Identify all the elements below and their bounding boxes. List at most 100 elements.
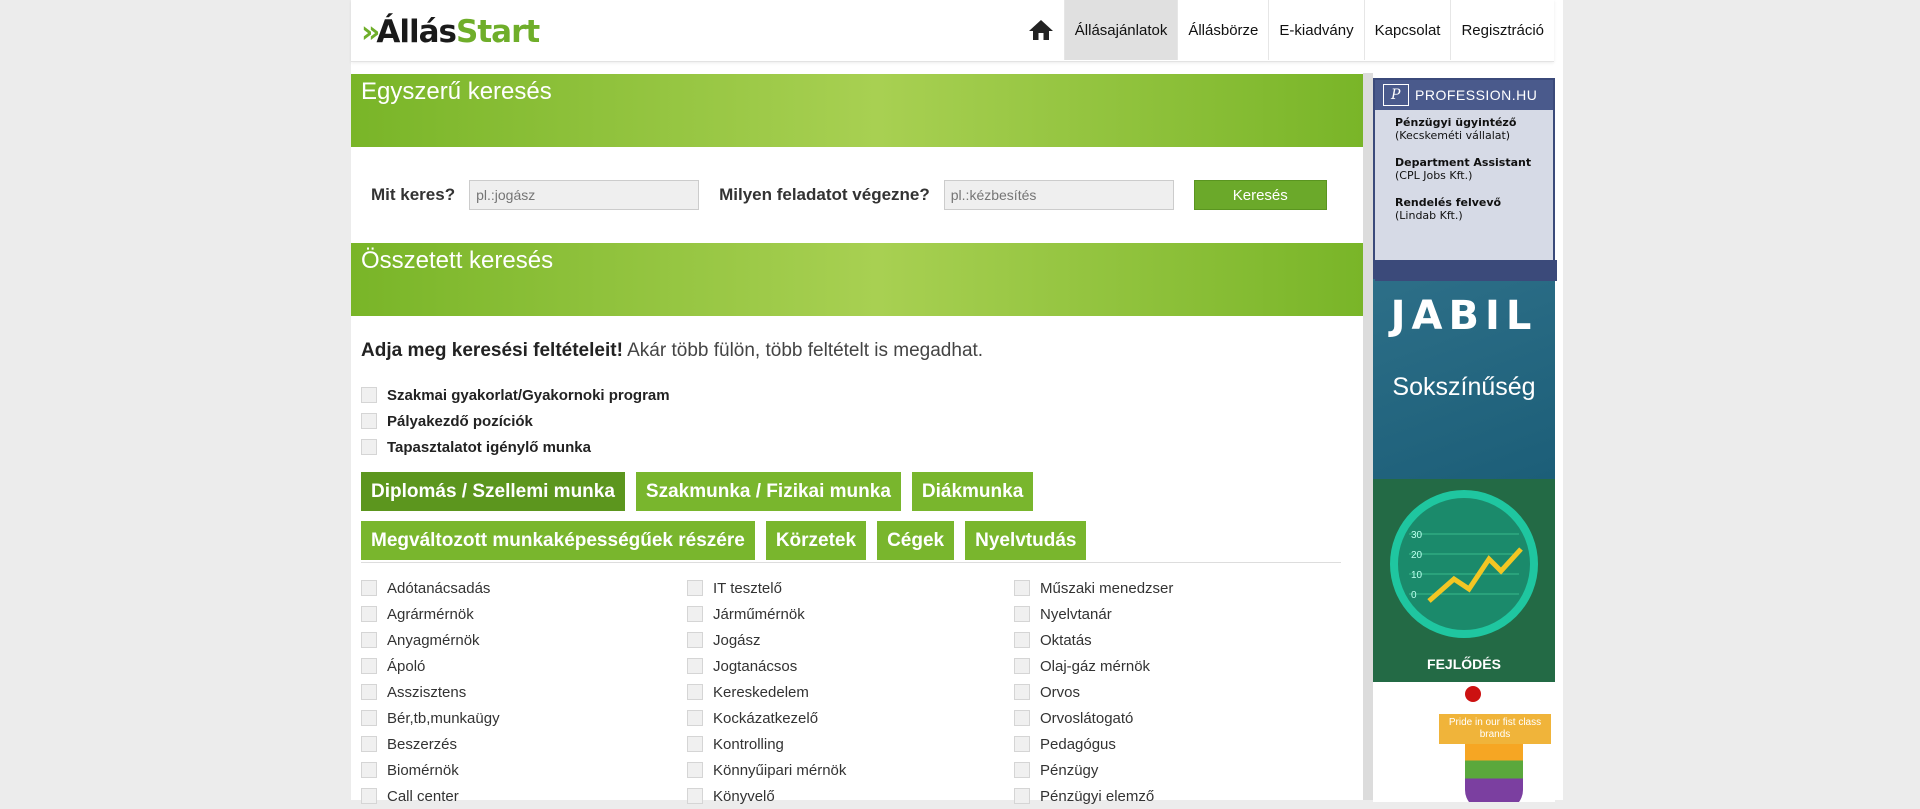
ad-job-title: Rendelés felvevő [1395,196,1502,209]
list-item[interactable]: Jogász [687,627,1014,653]
list-item[interactable]: Oktatás [1014,627,1334,653]
nav-allasborze[interactable]: Állásbörze [1177,0,1268,60]
tab-nyelvtudas[interactable]: Nyelvtudás [965,521,1087,560]
list-item[interactable]: Pedagógus [1014,731,1334,757]
task-input[interactable] [943,180,1174,210]
checkbox[interactable] [1014,684,1030,700]
checkbox[interactable] [687,736,703,752]
ad-job[interactable]: Department Assistant (CPL Jobs Kft.) [1375,142,1553,182]
nav-e-kiadvany[interactable]: E-kiadvány [1268,0,1363,60]
item-label: Oktatás [1040,631,1092,649]
checkbox[interactable] [361,606,377,622]
list-item[interactable]: Asszisztens [361,679,687,705]
checkbox[interactable] [361,632,377,648]
checkbox[interactable] [687,710,703,726]
list-item[interactable]: Call center [361,783,687,809]
list-item[interactable]: Nyelvtanár [1014,601,1334,627]
list-item[interactable]: Kockázatkezelő [687,705,1014,731]
item-label: Műszaki menedzser [1040,579,1174,597]
home-icon[interactable] [1022,0,1060,60]
list-item[interactable]: Anyagmérnök [361,627,687,653]
checkbox[interactable] [1014,736,1030,752]
list-item[interactable]: Pénzügyi elemző [1014,783,1334,809]
nav-kapcsolat[interactable]: Kapcsolat [1363,0,1451,60]
checkbox[interactable] [687,658,703,674]
tab-cegek[interactable]: Cégek [877,521,955,560]
ad-job[interactable]: Rendelés felvevő (Lindab Kft.) [1375,182,1553,222]
checkbox[interactable] [687,580,703,596]
drink-ad[interactable]: Pride in our fist class brands [1373,682,1555,802]
checkbox[interactable] [687,788,703,804]
checkbox[interactable] [687,632,703,648]
list-item[interactable]: Járműmérnök [687,601,1014,627]
list-item[interactable]: Beszerzés [361,731,687,757]
nav-regisztracio[interactable]: Regisztráció [1450,0,1554,60]
option-palyakezdo[interactable]: Pályakezdő pozíciók [361,408,1353,434]
main-nav: Állásajánlatok Állásbörze E-kiadvány Kap… [1022,0,1554,60]
tab-korzetek[interactable]: Körzetek [765,521,867,560]
list-item[interactable]: Pénzügy [1014,757,1334,783]
list-item[interactable]: Könyvelő [687,783,1014,809]
checkbox[interactable] [361,710,377,726]
option-tapasztalt[interactable]: Tapasztalatot igénylő munka [361,434,1353,460]
item-label: Adótanácsadás [387,579,491,597]
list-item[interactable]: Bér,tb,munkaügy [361,705,687,731]
checkbox[interactable] [361,413,377,429]
item-label: Pedagógus [1040,735,1116,753]
checkbox[interactable] [361,684,377,700]
item-label: Olaj-gáz mérnök [1040,657,1151,675]
main-content: Egyszerű keresés Mit keres? Milyen felad… [351,74,1363,809]
checkbox[interactable] [1014,710,1030,726]
ad-job[interactable]: Pénzügyi ügyintéző (Kecskeméti vállalat) [1375,110,1553,142]
tick-label: 10 [1411,570,1423,581]
checkbox[interactable] [1014,658,1030,674]
list-item[interactable]: Ápoló [361,653,687,679]
checkbox[interactable] [687,762,703,778]
list-item[interactable]: Kereskedelem [687,679,1014,705]
item-label: Kockázatkezelő [713,709,819,727]
checkbox[interactable] [361,762,377,778]
checkbox[interactable] [1014,788,1030,804]
checkbox[interactable] [361,658,377,674]
profession-ad[interactable]: P PROFESSION.HU Pénzügyi ügyintéző (Kecsk… [1373,78,1557,281]
list-item[interactable]: Kontrolling [687,731,1014,757]
jabil-brand: JABIL [1390,293,1538,339]
search-button[interactable]: Keresés [1193,180,1327,210]
nav-allasajanlatok[interactable]: Állásajánlatok [1063,0,1178,60]
checkbox[interactable] [1014,762,1030,778]
checkbox[interactable] [687,684,703,700]
list-item[interactable]: Könnyűipari mérnök [687,757,1014,783]
site-logo[interactable]: » Állás Start [361,12,540,52]
main-scrollbar[interactable] [1363,73,1373,800]
list-item[interactable]: Jogtanácsos [687,653,1014,679]
checkbox[interactable] [687,606,703,622]
list-item[interactable]: Orvos [1014,679,1334,705]
item-label: Pénzügy [1040,761,1099,779]
checkbox[interactable] [1014,606,1030,622]
checkbox[interactable] [361,580,377,596]
checkbox[interactable] [1014,632,1030,648]
checkbox[interactable] [361,387,377,403]
list-item[interactable]: Agrármérnök [361,601,687,627]
tab-megvaltozott[interactable]: Megváltozott munkaképességűek részére [361,521,755,560]
tick-label: 0 [1411,590,1417,601]
what-input[interactable] [469,180,700,210]
jabil-ad[interactable]: JABIL Sokszínűség [1373,279,1555,479]
checkbox[interactable] [361,439,377,455]
checkbox[interactable] [361,788,377,804]
option-gyakornoki[interactable]: Szakmai gyakorlat/Gyakornoki program [361,382,1353,408]
checkbox[interactable] [1014,580,1030,596]
list-item[interactable]: IT tesztelő [687,575,1014,601]
checkbox[interactable] [361,736,377,752]
list-item[interactable]: Olaj-gáz mérnök [1014,653,1334,679]
tab-szakmunka[interactable]: Szakmunka / Fizikai munka [635,472,901,511]
list-item[interactable]: Adótanácsadás [361,575,687,601]
tab-diplomas[interactable]: Diplomás / Szellemi munka [361,472,625,511]
ad-job-title: Department Assistant [1395,156,1532,169]
growth-ad[interactable]: 30 20 10 0 FEJLŐDÉS [1373,479,1555,682]
item-label: Orvoslátogató [1040,709,1134,727]
list-item[interactable]: Műszaki menedzser [1014,575,1334,601]
list-item[interactable]: Orvoslátogató [1014,705,1334,731]
tab-diakmunka[interactable]: Diákmunka [911,472,1034,511]
list-item[interactable]: Biomérnök [361,757,687,783]
